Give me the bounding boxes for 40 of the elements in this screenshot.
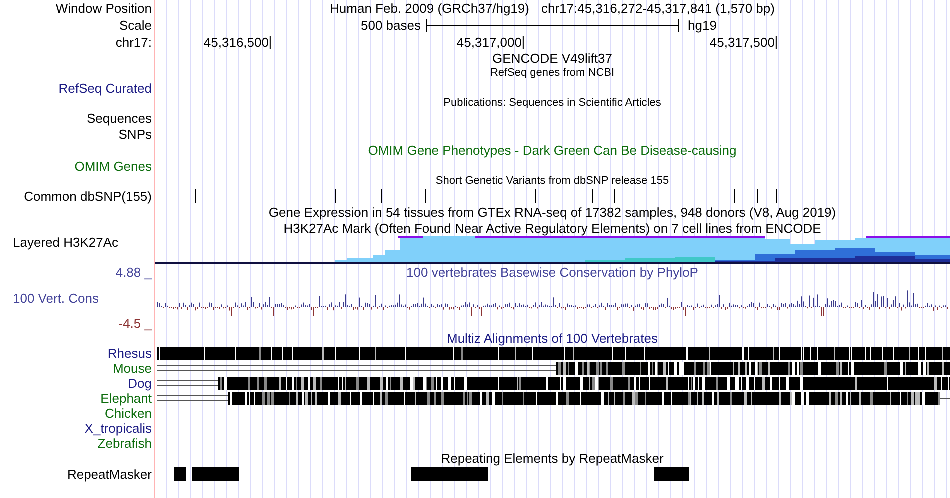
track-title: Repeating Elements by RepeatMasker	[441, 452, 664, 465]
species-label[interactable]: Dog	[128, 377, 152, 390]
track-title: Gene Expression in 54 tissues from GTEx RNA-seq of 17382 samples, 948 donors (V8, Aug 2019)	[268, 206, 836, 218]
ruler-label: 45,316,500	[204, 36, 271, 49]
position-text: chr17:45,316,272-45,317,841 (1,570 bp)	[541, 2, 775, 15]
repeat-block	[192, 467, 239, 481]
track-label: Scale	[119, 19, 152, 32]
repeat-block	[174, 467, 186, 481]
axis-max-label: 4.88 _	[116, 266, 152, 279]
track-label[interactable]: Layered H3K27Ac	[13, 236, 119, 249]
track-label[interactable]: RefSeq Curated	[58, 82, 152, 94]
species-label[interactable]: Chicken	[105, 407, 152, 420]
axis-min-label: -4.5 _	[118, 317, 152, 330]
track-title: Multiz Alignments of 100 Vertebrates	[446, 332, 658, 345]
track-label[interactable]: RepeatMasker	[67, 468, 152, 481]
track-title: Short Genetic Variants from dbSNP release 155	[436, 176, 670, 186]
track-label: Window Position	[56, 2, 152, 15]
assembly-label: hg19	[688, 19, 717, 32]
species-label[interactable]: Zebrafish	[98, 437, 152, 450]
scale-label: 500 bases	[361, 19, 421, 32]
track-title: GENCODE V49lift37	[492, 52, 612, 65]
track-label: chr17:	[116, 36, 152, 49]
ruler-label: 45,317,500	[710, 36, 777, 49]
track-title: 100 vertebrates Basewise Conservation by PhyloP	[406, 266, 698, 279]
ruler-label: 45,317,000	[456, 36, 524, 49]
species-label[interactable]: Rhesus	[108, 347, 152, 360]
track-label[interactable]: 100 Vert. Cons	[13, 292, 99, 305]
species-label[interactable]: X_tropicalis	[84, 422, 152, 435]
track-title: RefSeq genes from NCBI	[490, 68, 615, 78]
track-title: OMIM Gene Phenotypes - Dark Green Can Be Disease-causing	[368, 144, 737, 157]
track-label[interactable]: Common dbSNP(155)	[24, 190, 152, 202]
track-label[interactable]: OMIM Genes	[74, 160, 152, 173]
assembly-title: Human Feb. 2009 (GRCh37/hg19)	[330, 2, 530, 15]
track-title: H3K27Ac Mark (Often Found Near Active Regulatory Elements) on 7 cell lines from ENCODE	[284, 222, 822, 234]
track-label: SNPs	[118, 128, 152, 140]
track-label: Sequences	[86, 112, 152, 124]
species-label[interactable]: Elephant	[100, 392, 152, 405]
repeat-block	[654, 467, 689, 481]
track-title: Publications: Sequences in Scientific Articles	[444, 98, 662, 108]
species-label[interactable]: Mouse	[112, 362, 152, 375]
